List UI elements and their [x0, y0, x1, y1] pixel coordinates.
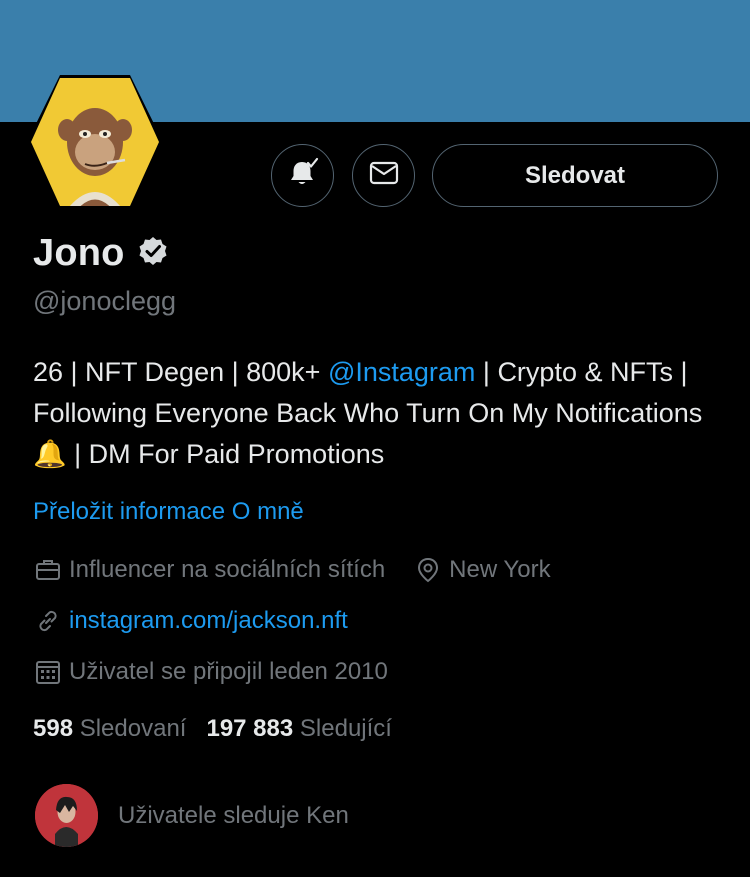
- notifications-button[interactable]: [271, 144, 334, 207]
- profile-joined-date: Uživatel se připojil leden 2010: [69, 658, 388, 685]
- followed-by-text: Uživatele sleduje Ken: [118, 801, 349, 829]
- translate-bio-link[interactable]: Přeložit informace O mně: [33, 498, 304, 526]
- briefcase-icon: [33, 555, 63, 585]
- profile-bio: 26 | NFT Degen | 800k+ @Instagram | Cryp…: [33, 352, 723, 475]
- followers-stat[interactable]: 197 883 Sledující: [206, 715, 392, 743]
- follow-button[interactable]: Sledovat: [432, 144, 718, 207]
- mail-icon: [368, 157, 400, 194]
- follower-avatar: [35, 784, 98, 847]
- bio-text: | DM For Paid Promotions: [66, 439, 385, 469]
- profile-handle: @jonoclegg: [33, 286, 177, 316]
- profile-website-link[interactable]: instagram.com/jackson.nft: [69, 607, 348, 635]
- following-count: 598: [33, 715, 74, 742]
- followers-label: Sledující: [299, 715, 392, 742]
- verified-badge-icon[interactable]: [137, 235, 169, 272]
- profile-name: Jono: [33, 232, 125, 274]
- profile-category: Influencer na sociálních sítích: [69, 556, 386, 583]
- bio-mention-link[interactable]: @Instagram: [328, 357, 475, 387]
- profile-avatar[interactable]: [25, 72, 165, 212]
- following-stat[interactable]: 598 Sledovaní: [33, 715, 186, 743]
- location-pin-icon: [413, 555, 443, 585]
- following-label: Sledovaní: [79, 715, 187, 742]
- profile-location: New York: [449, 556, 551, 583]
- notification-bell-icon: [286, 156, 320, 195]
- bio-text: 26 | NFT Degen | 800k+: [33, 357, 328, 387]
- calendar-icon: [33, 657, 63, 687]
- followers-count: 197 883: [206, 715, 294, 742]
- bell-emoji: 🔔: [33, 439, 67, 469]
- message-button[interactable]: [352, 144, 415, 207]
- link-icon: [33, 606, 63, 636]
- followed-by-row[interactable]: Uživatele sleduje Ken: [35, 784, 349, 847]
